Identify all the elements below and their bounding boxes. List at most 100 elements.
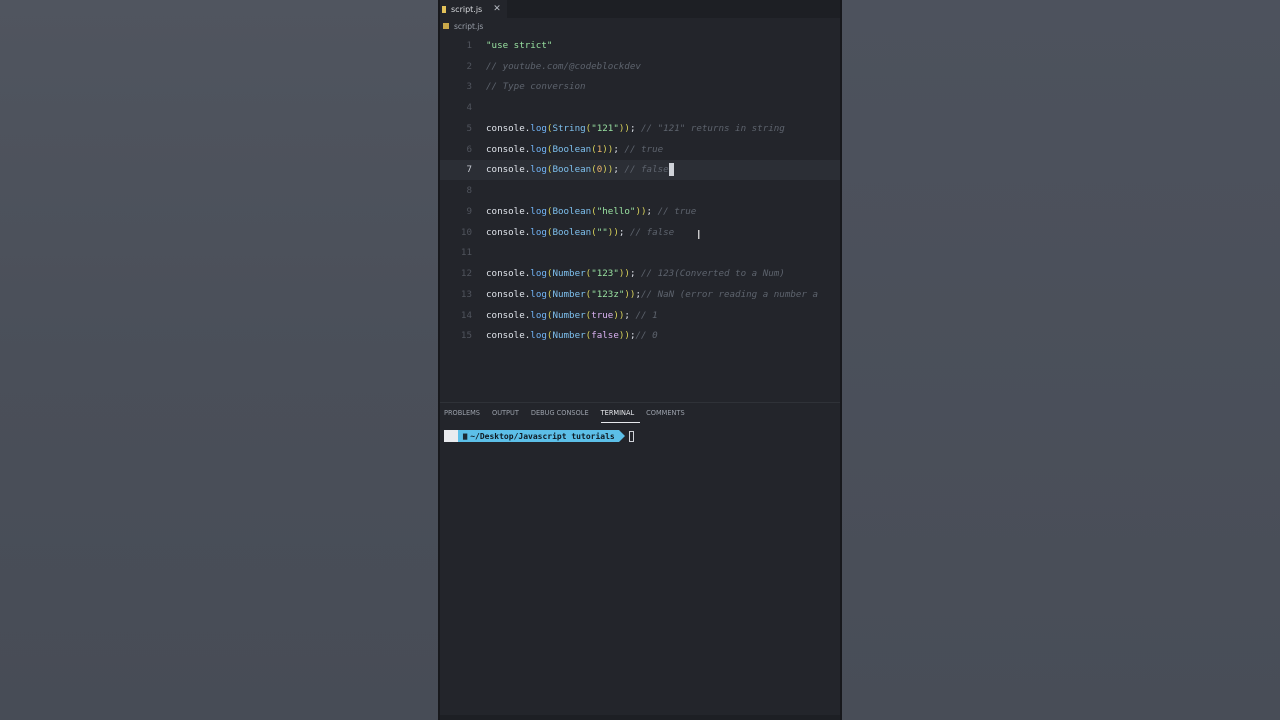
code-token: log — [530, 288, 547, 300]
code-token: // false — [629, 226, 675, 238]
folder-icon: ▆ — [463, 432, 468, 440]
code-token: "hello" — [596, 205, 636, 217]
text-cursor-icon: I — [697, 228, 701, 242]
line-number: 10 — [460, 226, 472, 238]
line-number: 15 — [460, 330, 472, 342]
js-file-icon — [443, 23, 449, 29]
code-token: // "121" returns in string — [641, 122, 785, 134]
code-token: "123z" — [591, 288, 625, 300]
code-line[interactable]: 15 console.log(Number(false));// 0 — [440, 326, 840, 347]
code-token: "" — [596, 226, 608, 238]
code-token: Number — [552, 330, 586, 342]
code-token: ; — [618, 226, 630, 238]
tab-bar: script.js ✕ — [440, 0, 840, 18]
code-token: false — [591, 330, 619, 342]
code-token: )) — [618, 330, 630, 342]
code-line[interactable]: 10 console.log(Boolean("")); // false — [440, 222, 840, 243]
code-token: )) — [602, 143, 614, 155]
code-token: console — [486, 122, 525, 134]
code-token: )) — [635, 205, 647, 217]
apple-icon — [444, 430, 458, 442]
code-text: console.log(Boolean("hello")); // true — [486, 206, 696, 217]
code-text: console.log(Number("123z"));// NaN (erro… — [486, 289, 818, 300]
code-token: Boolean — [552, 143, 592, 155]
breadcrumb[interactable]: script.js — [440, 18, 840, 34]
line-number: 7 — [466, 164, 472, 176]
code-token: // true — [624, 143, 664, 155]
code-token: Number — [552, 288, 586, 300]
code-token: // 1 — [635, 309, 658, 321]
tab-label: script.js — [451, 4, 483, 14]
code-line[interactable]: 12 console.log(Number("123")); // 123(Con… — [440, 263, 840, 284]
code-token: log — [530, 330, 547, 342]
code-token: Boolean — [552, 226, 592, 238]
code-token: log — [530, 205, 547, 217]
code-token: ; — [613, 143, 625, 155]
code-area[interactable]: 1 "use strict" 2 // youtube.com/@codeblockd… — [440, 35, 840, 346]
code-line[interactable]: 5 console.log(String("121")); // "121" re… — [440, 118, 840, 139]
code-token: )) — [602, 164, 614, 176]
line-number: 12 — [460, 268, 472, 280]
panel-tab-output[interactable]: OUTPUT — [492, 403, 525, 423]
code-token: console — [486, 330, 525, 342]
code-text: console.log(String("121")); // "121" ret… — [486, 123, 785, 134]
terminal-prompt[interactable]: ▆ ~/Desktop/Javascript tutorials — [440, 430, 840, 442]
code-line[interactable]: 2 // youtube.com/@codeblockdev — [440, 56, 840, 77]
code-line[interactable]: 1 "use strict" — [440, 35, 840, 56]
code-token: )) — [618, 268, 630, 280]
code-token: true — [591, 309, 614, 321]
line-number: 6 — [466, 143, 472, 155]
code-text: console.log(Boolean("")); // false — [486, 227, 674, 238]
terminal-path: ~/Desktop/Javascript tutorials — [470, 431, 615, 441]
line-number: 13 — [460, 288, 472, 300]
code-token: console — [486, 205, 525, 217]
code-token: log — [530, 226, 547, 238]
code-token: console — [486, 268, 525, 280]
line-number: 5 — [466, 122, 472, 134]
line-number: 11 — [460, 247, 472, 259]
status-bar — [440, 715, 840, 720]
panel-tab-debug-console[interactable]: DEBUG CONSOLE — [531, 403, 595, 423]
code-line[interactable]: 8 — [440, 180, 840, 201]
line-number: 1 — [466, 39, 472, 51]
js-file-icon — [442, 5, 446, 13]
code-token: )) — [618, 122, 630, 134]
line-number: 9 — [466, 205, 472, 217]
code-line[interactable]: 6 console.log(Boolean(1)); // true — [440, 139, 840, 160]
code-line[interactable]: 13 console.log(Number("123z"));// NaN (er… — [440, 284, 840, 305]
code-token: console — [486, 309, 525, 321]
code-line[interactable]: 7 console.log(Boolean(0)); // false — [440, 159, 840, 181]
code-text: console.log(Boolean(0)); // false — [486, 163, 674, 177]
panel-tab-comments[interactable]: COMMENTS — [646, 403, 690, 423]
code-token: "123" — [591, 268, 619, 280]
code-token: ; — [646, 205, 658, 217]
code-text: // Type conversion — [486, 81, 586, 92]
code-line[interactable]: 4 — [440, 97, 840, 118]
code-token: log — [530, 164, 547, 176]
background-right — [842, 0, 1280, 720]
panel-tab-terminal[interactable]: TERMINAL — [600, 403, 641, 423]
code-token: )) — [607, 226, 619, 238]
code-token: ; — [629, 268, 642, 280]
code-token: console — [486, 143, 525, 155]
code-text: // youtube.com/@codeblockdev — [486, 61, 641, 72]
code-line[interactable]: 11 — [440, 243, 840, 264]
code-token: )) — [613, 309, 625, 321]
code-token: // false — [624, 164, 669, 176]
code-line[interactable]: 14 console.log(Number(true)); // 1 — [440, 305, 840, 326]
code-token: console — [486, 226, 525, 238]
line-number: 4 — [466, 102, 472, 114]
text-cursor — [668, 163, 674, 177]
line-number: 14 — [460, 309, 472, 321]
tab-script-js[interactable]: script.js ✕ — [440, 0, 507, 18]
terminal-path-segment: ▆ ~/Desktop/Javascript tutorials — [458, 430, 625, 442]
line-number: 3 — [466, 81, 472, 93]
panel-tab-problems[interactable]: PROBLEMS — [444, 403, 486, 423]
code-token: // youtube.com/@codeblockdev — [486, 60, 641, 72]
code-token: // 0 — [635, 330, 658, 342]
close-icon[interactable]: ✕ — [493, 4, 501, 14]
code-token: Number — [552, 309, 586, 321]
code-line[interactable]: 3 // Type conversion — [440, 77, 840, 98]
code-text: console.log(Number(false));// 0 — [486, 330, 658, 341]
code-line[interactable]: 9 console.log(Boolean("hello")); // true — [440, 201, 840, 222]
